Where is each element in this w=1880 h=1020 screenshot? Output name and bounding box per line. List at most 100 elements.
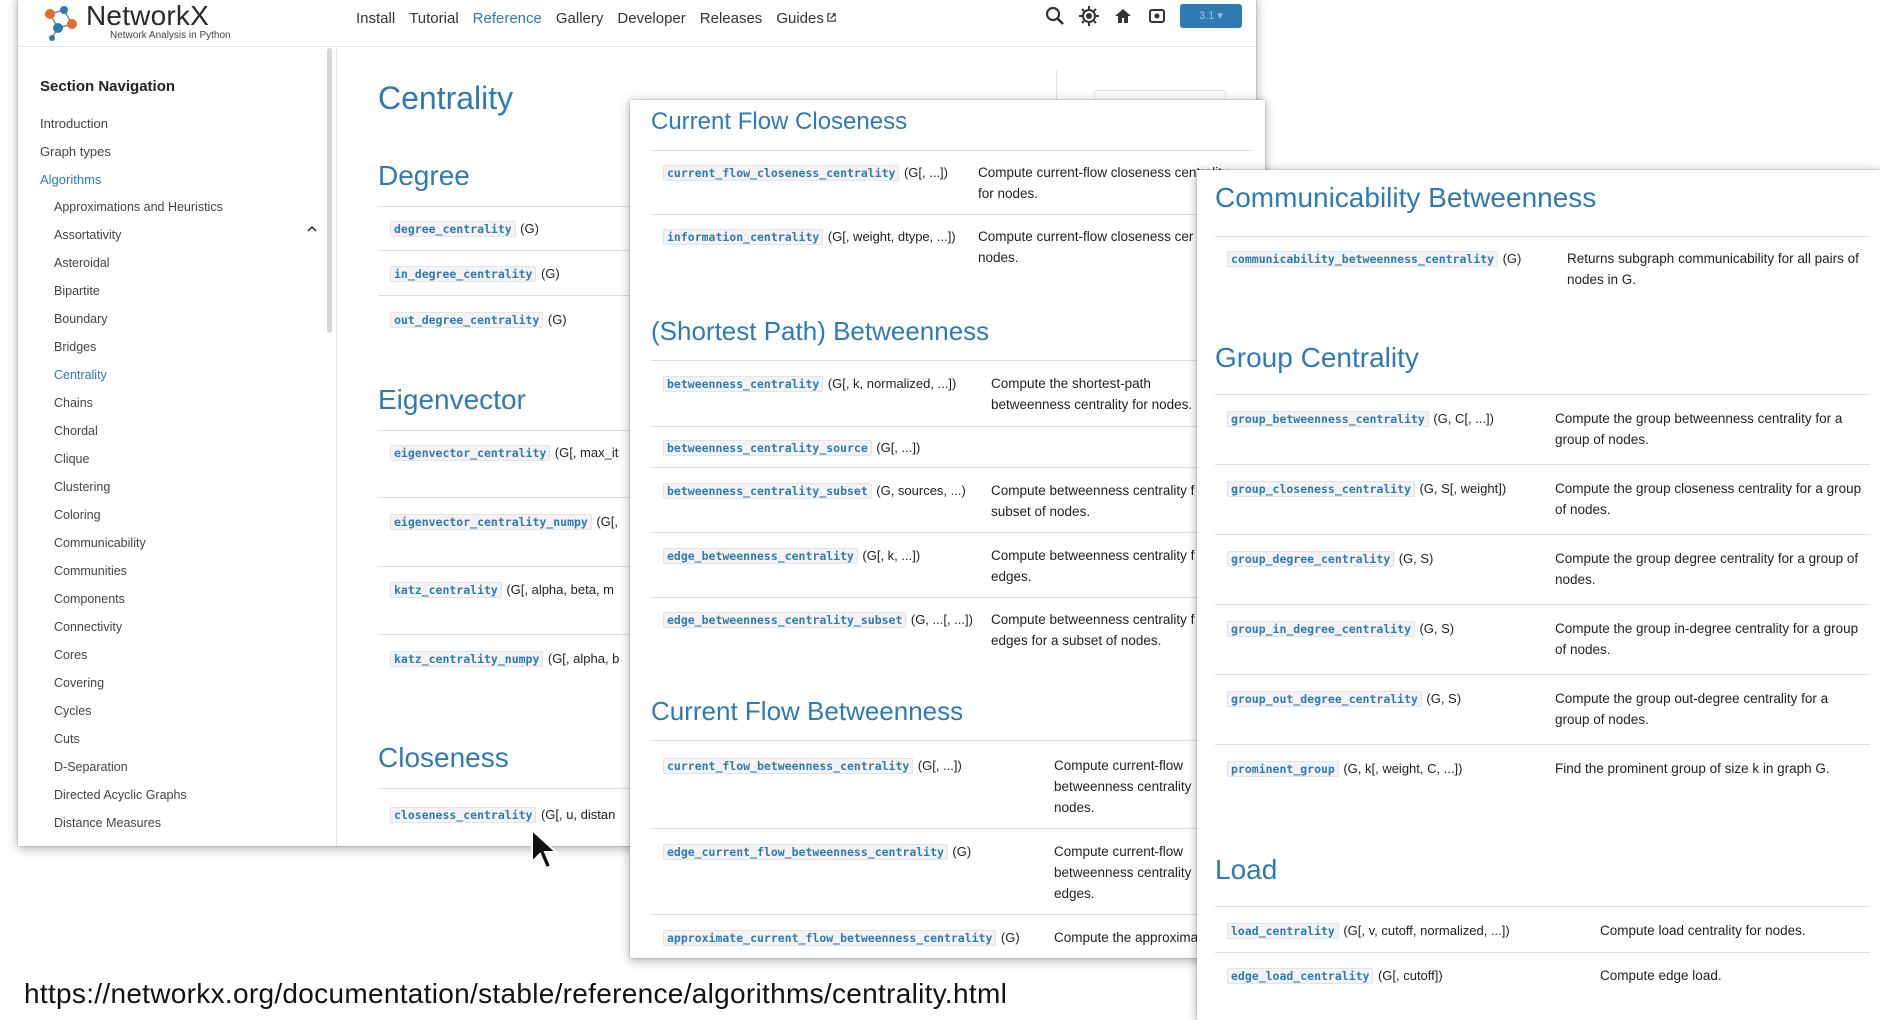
function-row[interactable]: edge_current_flow_betweenness_centrality… — [663, 843, 971, 861]
function-row[interactable]: group_in_degree_centrality (G, S) — [1227, 620, 1454, 638]
version-dropdown[interactable]: 3.1 ▾ — [1180, 4, 1242, 28]
function-link[interactable]: eigenvector_centrality_numpy — [390, 514, 592, 530]
function-link[interactable]: current_flow_betweenness_centrality — [663, 758, 914, 774]
nav-releases[interactable]: Releases — [700, 10, 763, 27]
top-navbar: NetworkX Network Analysis in Python Inst… — [18, 0, 1256, 47]
function-row[interactable]: communicability_betweenness_centrality (… — [1227, 250, 1521, 268]
nav-guides[interactable]: Guides — [776, 10, 837, 27]
sidebar-item-assortativity[interactable]: Assortativity — [54, 228, 121, 242]
nav-install[interactable]: Install — [356, 10, 395, 27]
function-link[interactable]: eigenvector_centrality — [390, 445, 551, 461]
function-link[interactable]: current_flow_closeness_centrality — [663, 165, 900, 181]
github-icon[interactable] — [1146, 5, 1168, 27]
sidebar-item-distance-measures[interactable]: Distance Measures — [54, 816, 161, 830]
sidebar-item-bridges[interactable]: Bridges — [54, 340, 96, 354]
sidebar-item-clique[interactable]: Clique — [54, 452, 89, 466]
function-row[interactable]: eigenvector_centrality (G[, max_it — [390, 444, 618, 462]
sidebar-item-components[interactable]: Components — [54, 592, 125, 606]
sidebar-item-centrality[interactable]: Centrality — [54, 368, 107, 382]
sidebar-item-graph-types[interactable]: Graph types — [40, 144, 111, 159]
function-link[interactable]: edge_betweenness_centrality_subset — [663, 612, 907, 628]
function-link[interactable]: communicability_betweenness_centrality — [1227, 251, 1499, 267]
sidebar-item-covering[interactable]: Covering — [54, 676, 104, 690]
sidebar-item-clustering[interactable]: Clustering — [54, 480, 110, 494]
function-signature: (G[, ...]) — [903, 165, 948, 180]
sidebar-item-communities[interactable]: Communities — [54, 564, 127, 578]
sidebar-item-directed-acyclic-graphs[interactable]: Directed Acyclic Graphs — [54, 788, 187, 802]
function-row[interactable]: eigenvector_centrality_numpy (G[, — [390, 513, 618, 531]
middle-browser-window: Current Flow Closeness current_flow_clos… — [630, 100, 1265, 958]
theme-toggle-icon[interactable] — [1078, 5, 1100, 27]
sidebar-item-chordal[interactable]: Chordal — [54, 424, 98, 438]
function-link[interactable]: group_betweenness_centrality — [1227, 411, 1429, 427]
function-row[interactable]: load_centrality (G[, v, cutoff, normaliz… — [1227, 922, 1510, 940]
nav-tutorial[interactable]: Tutorial — [409, 10, 458, 27]
function-row[interactable]: in_degree_centrality (G) — [390, 265, 560, 283]
function-row[interactable]: prominent_group (G, k[, weight, C, ...]) — [1227, 760, 1463, 778]
search-icon[interactable] — [1044, 5, 1066, 27]
function-link[interactable]: group_closeness_centrality — [1227, 481, 1416, 497]
function-link[interactable]: in_degree_centrality — [390, 266, 537, 282]
function-row[interactable]: edge_load_centrality (G[, cutoff]) — [1227, 967, 1443, 985]
sidebar-item-d-separation[interactable]: D-Separation — [54, 760, 128, 774]
function-row[interactable]: betweenness_centrality_subset (G, source… — [663, 482, 966, 500]
function-row[interactable]: betweenness_centrality (G[, k, normalize… — [663, 375, 956, 393]
sidebar-item-coloring[interactable]: Coloring — [54, 508, 101, 522]
sidebar-item-bipartite[interactable]: Bipartite — [54, 284, 100, 298]
function-link[interactable]: out_degree_centrality — [390, 312, 544, 328]
function-link[interactable]: katz_centrality_numpy — [390, 651, 544, 667]
sidebar-item-connectivity[interactable]: Connectivity — [54, 620, 122, 634]
function-row[interactable]: group_closeness_centrality (G, S[, weigh… — [1227, 480, 1506, 498]
function-row[interactable]: current_flow_closeness_centrality (G[, .… — [663, 164, 948, 182]
function-row[interactable]: out_degree_centrality (G) — [390, 311, 567, 329]
sidebar-item-approximations-and-heuristics[interactable]: Approximations and Heuristics — [54, 200, 223, 214]
function-link[interactable]: katz_centrality — [390, 582, 502, 598]
function-description: Compute betweenness centrality f subset … — [991, 483, 1195, 519]
sidebar-item-boundary[interactable]: Boundary — [54, 312, 108, 326]
function-link[interactable]: closeness_centrality — [390, 807, 537, 823]
function-link[interactable]: edge_load_centrality — [1227, 968, 1374, 984]
sidebar-item-introduction[interactable]: Introduction — [40, 116, 108, 131]
function-link[interactable]: approximate_current_flow_betweenness_cen… — [663, 930, 997, 946]
sidebar-item-cuts[interactable]: Cuts — [54, 732, 80, 746]
sidebar-item-communicability[interactable]: Communicability — [54, 536, 146, 550]
function-link[interactable]: load_centrality — [1227, 923, 1339, 939]
function-row[interactable]: betweenness_centrality_source (G[, ...]) — [663, 439, 920, 457]
sidebar-item-algorithms[interactable]: Algorithms — [40, 172, 101, 187]
function-row[interactable]: closeness_centrality (G[, u, distan — [390, 806, 615, 824]
home-icon[interactable] — [1112, 5, 1134, 27]
divider — [651, 467, 1251, 468]
function-link[interactable]: edge_current_flow_betweenness_centrality — [663, 844, 948, 860]
function-link[interactable]: group_in_degree_centrality — [1227, 621, 1416, 637]
nav-developer[interactable]: Developer — [617, 10, 685, 27]
function-row[interactable]: information_centrality (G[, weight, dtyp… — [663, 228, 956, 246]
function-link[interactable]: information_centrality — [663, 229, 824, 245]
function-row[interactable]: degree_centrality (G) — [390, 220, 539, 238]
function-link[interactable]: betweenness_centrality_source — [663, 440, 872, 456]
function-link[interactable]: edge_betweenness_centrality — [663, 548, 858, 564]
function-link[interactable]: prominent_group — [1227, 761, 1339, 777]
sidebar-item-cores[interactable]: Cores — [54, 648, 87, 662]
nav-reference[interactable]: Reference — [473, 10, 542, 27]
function-link[interactable]: group_degree_centrality — [1227, 551, 1395, 567]
sidebar-scrollbar[interactable] — [327, 48, 332, 333]
sidebar-item-cycles[interactable]: Cycles — [54, 704, 92, 718]
function-row[interactable]: approximate_current_flow_betweenness_cen… — [663, 929, 1020, 947]
function-link[interactable]: betweenness_centrality_subset — [663, 483, 872, 499]
function-link[interactable]: degree_centrality — [390, 221, 516, 237]
chevron-up-icon[interactable] — [306, 223, 318, 235]
function-row[interactable]: group_out_degree_centrality (G, S) — [1227, 690, 1461, 708]
function-link[interactable]: betweenness_centrality — [663, 376, 824, 392]
function-row[interactable]: group_degree_centrality (G, S) — [1227, 550, 1433, 568]
function-row[interactable]: katz_centrality_numpy (G[, alpha, b — [390, 650, 619, 668]
page-title: Centrality — [378, 80, 514, 116]
sidebar-item-asteroidal[interactable]: Asteroidal — [54, 256, 110, 270]
function-row[interactable]: katz_centrality (G[, alpha, beta, m — [390, 581, 614, 599]
function-row[interactable]: group_betweenness_centrality (G, C[, ...… — [1227, 410, 1494, 428]
function-row[interactable]: edge_betweenness_centrality (G[, k, ...]… — [663, 547, 920, 565]
function-row[interactable]: edge_betweenness_centrality_subset (G, .… — [663, 611, 973, 629]
function-row[interactable]: current_flow_betweenness_centrality (G[,… — [663, 757, 962, 775]
nav-gallery[interactable]: Gallery — [556, 10, 604, 27]
sidebar-item-chains[interactable]: Chains — [54, 396, 93, 410]
function-link[interactable]: group_out_degree_centrality — [1227, 691, 1422, 707]
